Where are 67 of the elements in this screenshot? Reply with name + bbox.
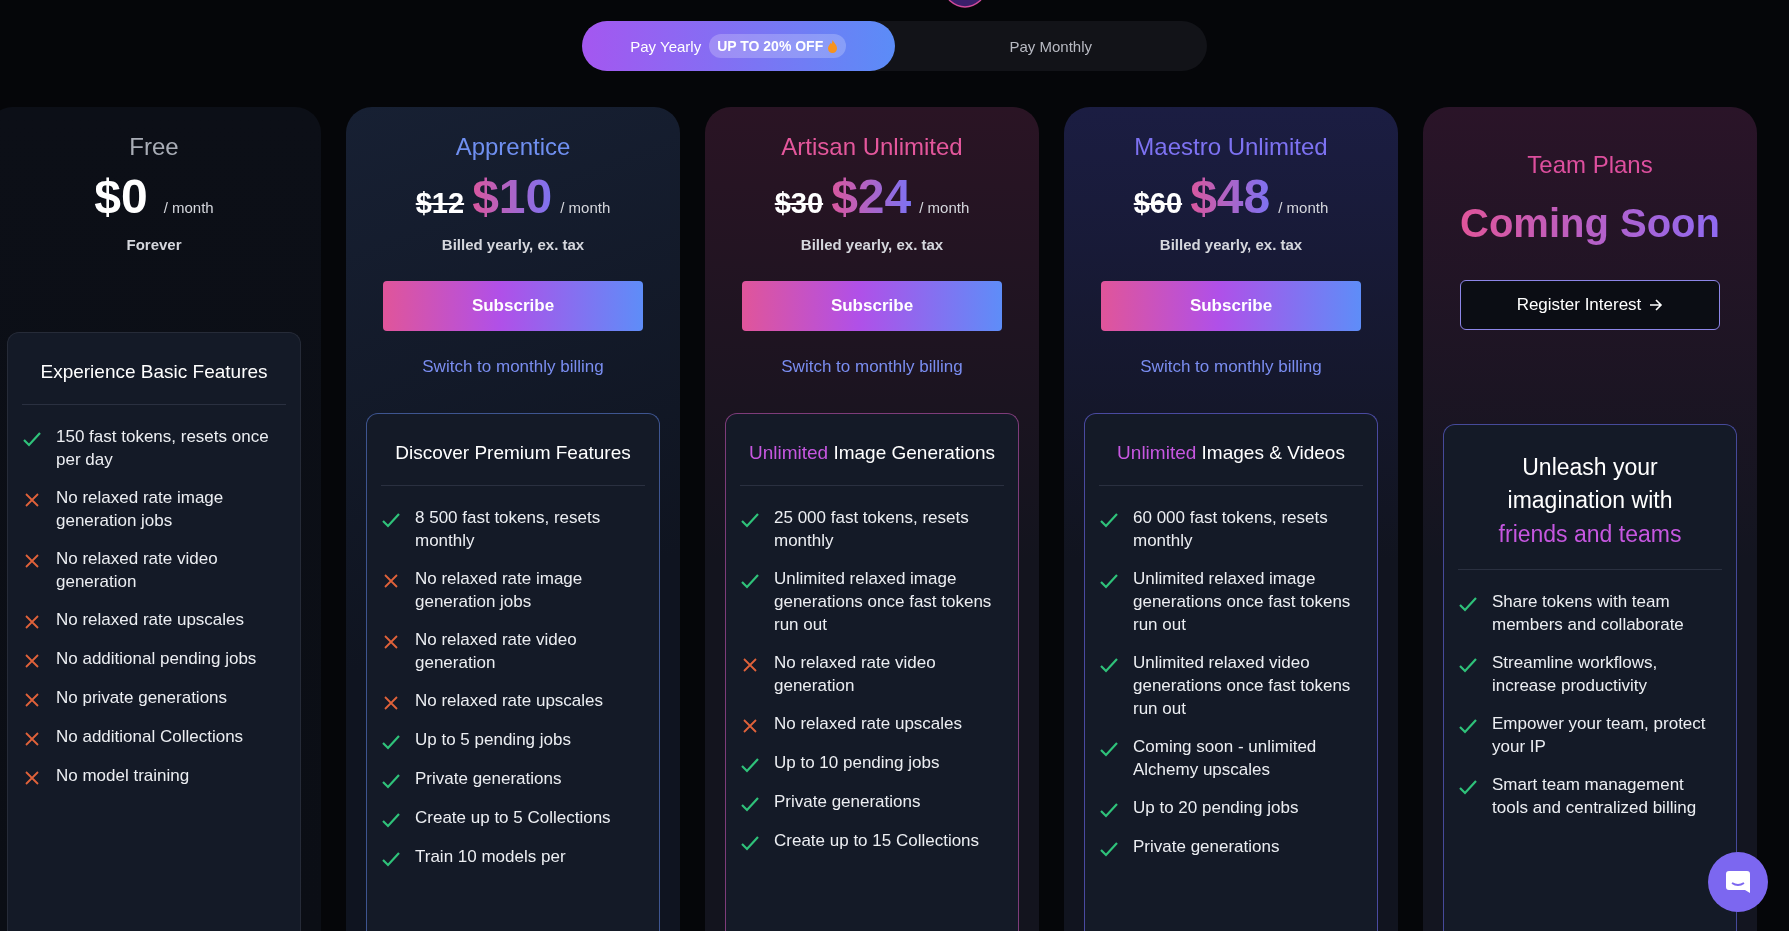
- feature-text: Streamline workflows, increase productivity: [1492, 652, 1659, 698]
- feature-text: No relaxed rate image generation jobs: [56, 486, 225, 532]
- feature-text: Private generations: [774, 790, 921, 813]
- feature-text: Share tokens with team members and collaborate: [1492, 591, 1685, 637]
- price-period: / month: [919, 199, 970, 216]
- plan-name: Artisan Unlimited: [781, 133, 963, 161]
- old-price: $60: [1133, 187, 1183, 220]
- feature-text: No relaxed rate upscales: [56, 608, 245, 631]
- billing-note: Billed yearly, ex. tax: [1159, 236, 1303, 253]
- plan-name: Apprentice: [455, 133, 571, 161]
- feature-text: No relaxed rate video generation: [415, 628, 578, 674]
- feature-text: No relaxed rate upscales: [415, 689, 604, 712]
- feature-text: No additional pending jobs: [56, 647, 257, 670]
- feature-text: No model training: [56, 764, 190, 787]
- feature-text: Train 10 models per: [415, 845, 566, 868]
- feature-text: Up to 20 pending jobs: [1133, 796, 1299, 819]
- chat-icon: [1724, 868, 1752, 896]
- subscribe-button[interactable]: Subscribe: [1101, 281, 1361, 331]
- flame-icon: [827, 39, 839, 53]
- billing-note: Billed yearly, ex. tax: [800, 236, 944, 253]
- feature-text: 25 000 fast tokens, resets monthly: [774, 506, 970, 552]
- feature-text: 8 500 fast tokens, resets monthly: [415, 506, 602, 552]
- switch-billing-link[interactable]: Switch to monthly billing: [422, 357, 604, 377]
- features-heading: Unlimited Image Generations: [740, 414, 1004, 486]
- features-heading: Unlimited Images & Videos: [1099, 414, 1363, 486]
- plan-name: Team Plans: [1527, 151, 1653, 179]
- feature-text: 60 000 fast tokens, resets monthly: [1133, 506, 1329, 552]
- feature-text: No relaxed rate video generation: [774, 651, 937, 697]
- feature-text: Create up to 15 Collections: [774, 829, 980, 852]
- feature-text: 150 fast tokens, resets once per day: [56, 425, 270, 471]
- subscribe-button[interactable]: Subscribe: [383, 281, 643, 331]
- feature-text: No relaxed rate image generation jobs: [415, 567, 584, 613]
- switch-billing-link[interactable]: Switch to monthly billing: [781, 357, 963, 377]
- billing-option[interactable]: Pay Yearly UP TO 20% OFF: [582, 21, 895, 71]
- feature-text: Empower your team, protect your IP: [1492, 713, 1707, 759]
- price-period: / month: [1278, 199, 1329, 216]
- feature-text: Coming soon - unlimited Alchemy upscales: [1133, 735, 1318, 781]
- feature-text: Create up to 5 Collections: [415, 806, 611, 829]
- price-period: / month: [163, 199, 214, 216]
- feature-text: Up to 5 pending jobs: [415, 728, 571, 751]
- billing-note: Billed yearly, ex. tax: [441, 236, 585, 253]
- plan-name: Free: [129, 133, 179, 161]
- feature-text: Private generations: [415, 767, 562, 790]
- price-period: / month: [560, 199, 611, 216]
- feature-text: Smart team management tools and centralized billing: [1492, 774, 1698, 820]
- feature-text: Private generations: [1133, 835, 1280, 858]
- price: $0: [94, 169, 148, 224]
- features-heading: Experience Basic Features: [22, 333, 286, 405]
- features-heading: Discover Premium Features: [381, 414, 645, 486]
- feature-text: Up to 10 pending jobs: [774, 751, 940, 774]
- old-price: $30: [774, 187, 824, 220]
- features-heading: Unleash your imagination with friends and teams: [1458, 425, 1722, 571]
- old-price: $12: [415, 187, 465, 220]
- feature-text: Unlimited relaxed image generations once fast tokens run out: [774, 567, 993, 636]
- feature-text: No relaxed rate video generation: [56, 547, 219, 593]
- switch-billing-link[interactable]: Switch to monthly billing: [1140, 357, 1322, 377]
- register-interest-button[interactable]: Register Interest: [1460, 280, 1720, 330]
- arrow-right-icon: [1649, 299, 1664, 311]
- feature-text: Unlimited relaxed image generations once fast tokens run out: [1133, 567, 1352, 636]
- billing-option[interactable]: Pay Monthly: [894, 21, 1207, 71]
- feature-text: No additional Collections: [56, 725, 244, 748]
- plan-name: Maestro Unlimited: [1134, 133, 1328, 161]
- feature-text: Unlimited relaxed video generations once fast tokens run out: [1133, 651, 1352, 720]
- billing-note: Forever: [126, 236, 182, 253]
- feature-text: No private generations: [56, 686, 228, 709]
- feature-text: No relaxed rate upscales: [774, 712, 963, 735]
- subscribe-button[interactable]: Subscribe: [742, 281, 1002, 331]
